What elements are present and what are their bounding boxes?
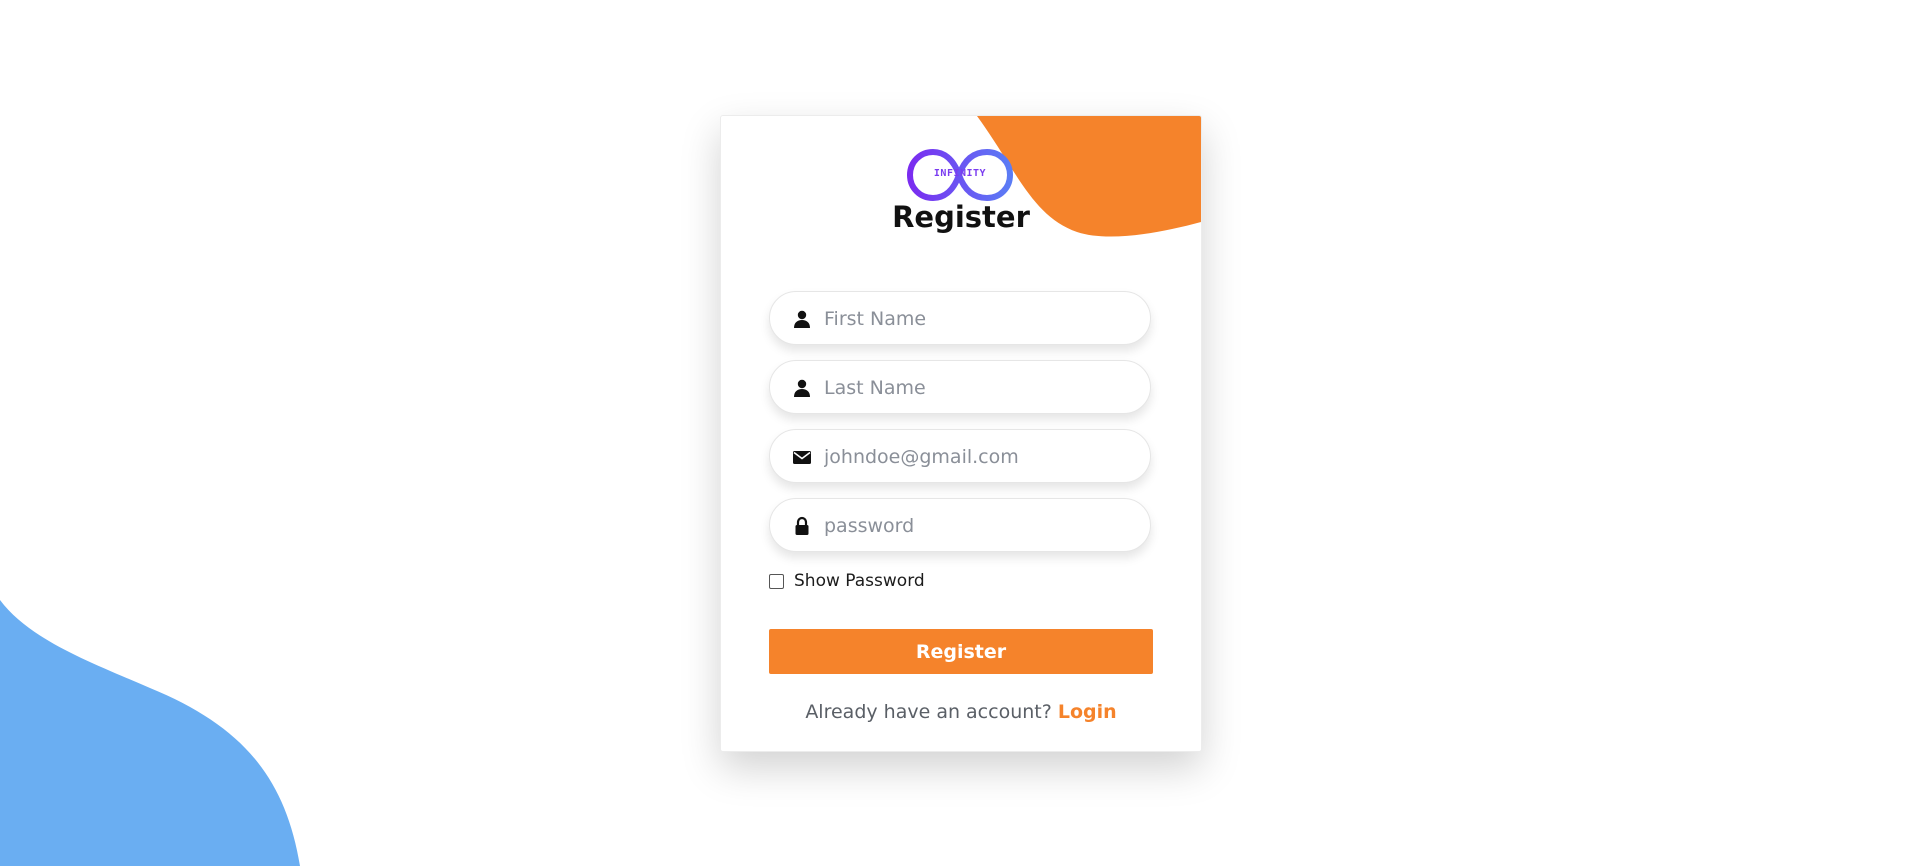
- password-input[interactable]: [822, 507, 1136, 545]
- user-icon: [794, 379, 810, 397]
- infinity-logo: INFINITY: [903, 144, 1017, 206]
- lock-icon: [795, 516, 809, 535]
- last-name-field: [769, 360, 1151, 414]
- register-card: INFINITY Register First Name Last Name j…: [720, 115, 1202, 752]
- first-name-field: [769, 291, 1151, 345]
- email-field: [769, 429, 1151, 483]
- page-title: Register: [892, 200, 1030, 234]
- user-icon: [794, 310, 810, 328]
- logo-wordmark: INFINITY: [933, 168, 987, 179]
- password-field: [769, 498, 1151, 552]
- page: INFINITY Register First Name Last Name j…: [0, 0, 1920, 866]
- login-prompt: Already have an account? Login: [721, 701, 1201, 723]
- background-wave-shape: [0, 600, 300, 866]
- register-button[interactable]: Register: [769, 629, 1153, 674]
- login-link[interactable]: Login: [1058, 701, 1117, 723]
- login-prompt-text: Already have an account?: [805, 701, 1052, 723]
- show-password-row[interactable]: Show Password: [769, 569, 925, 593]
- email-input[interactable]: [822, 438, 1136, 476]
- show-password-label: Show Password: [794, 571, 925, 591]
- first-name-input[interactable]: [822, 300, 1136, 338]
- envelope-icon: [793, 451, 811, 464]
- last-name-input[interactable]: [822, 369, 1136, 407]
- show-password-checkbox[interactable]: [769, 573, 784, 589]
